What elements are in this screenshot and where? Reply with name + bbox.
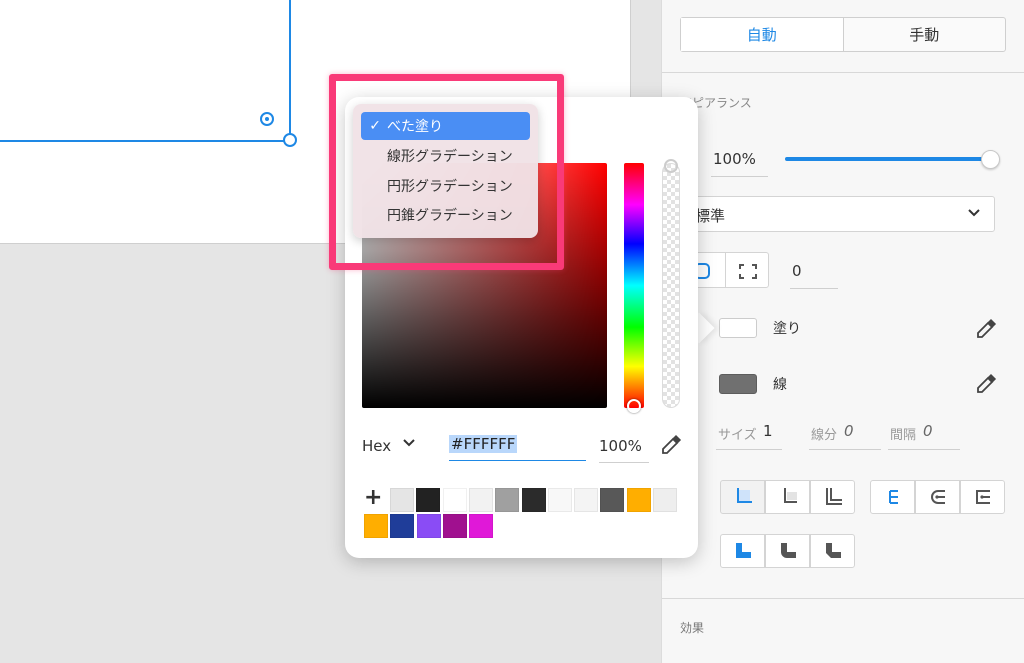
color-swatch[interactable]	[653, 488, 677, 512]
blend-mode-value: 標準	[695, 207, 726, 225]
picker-opacity-underline	[599, 462, 649, 463]
dash-label: 線分	[811, 428, 838, 443]
stroke-outside-button[interactable]	[810, 480, 855, 514]
cap-round-button[interactable]	[915, 480, 960, 514]
cap-square-button[interactable]	[960, 480, 1005, 514]
resize-handle[interactable]	[283, 133, 297, 147]
color-swatch[interactable]	[469, 514, 494, 538]
property-inspector: 自動 手動 アピアランス 100% 標準 0 塗り 線 サイズ 1 線分 0 間…	[661, 0, 1024, 663]
color-swatch[interactable]	[574, 488, 599, 512]
corners-icon	[739, 264, 757, 279]
join-miter-button[interactable]	[720, 534, 765, 568]
color-swatch[interactable]	[626, 488, 651, 512]
join-round-icon	[780, 543, 796, 558]
opacity-value[interactable]: 100%	[713, 150, 756, 168]
join-miter-icon	[735, 543, 751, 558]
cap-butt-icon	[888, 490, 898, 504]
color-swatch[interactable]	[364, 514, 388, 538]
join-round-button[interactable]	[765, 534, 810, 568]
color-swatch[interactable]	[390, 514, 415, 538]
cap-square-icon	[975, 490, 990, 504]
hex-input-value: #FFFFFF	[449, 435, 518, 453]
color-swatch[interactable]	[547, 488, 572, 512]
cap-butt-button[interactable]	[870, 480, 915, 514]
stroke-size-label: サイズ	[718, 428, 757, 443]
divider	[662, 72, 1024, 73]
gap-underline	[888, 449, 960, 450]
join-bevel-icon	[825, 543, 841, 558]
stroke-label: 線	[773, 377, 787, 393]
hex-input[interactable]: #FFFFFF	[449, 433, 586, 461]
chevron-down-icon[interactable]	[402, 438, 416, 448]
fill-label: 塗り	[773, 321, 801, 337]
corner-individual-button[interactable]	[725, 252, 769, 288]
color-swatch[interactable]	[521, 488, 546, 512]
hue-slider[interactable]	[624, 163, 644, 408]
opacity-slider-track[interactable]	[785, 157, 991, 161]
stroke-size-value[interactable]: 1	[763, 422, 773, 440]
effects-title: 効果	[680, 621, 705, 635]
eyedropper-icon[interactable]	[974, 317, 998, 341]
dash-underline	[809, 449, 881, 450]
opacity-slider-thumb[interactable]	[981, 150, 1000, 169]
color-swatch[interactable]	[495, 488, 520, 512]
corner-radius-handle[interactable]	[260, 112, 274, 126]
mode-auto-button[interactable]: 自動	[681, 18, 844, 51]
corner-radius-value[interactable]: 0	[792, 262, 802, 280]
gap-value[interactable]: 0	[923, 422, 933, 440]
stroke-inside-button[interactable]	[720, 480, 765, 514]
opacity-underline	[711, 176, 768, 177]
selection-edge-bottom	[0, 140, 290, 142]
stroke-swatch[interactable]	[719, 374, 757, 394]
alpha-slider-thumb[interactable]	[664, 159, 678, 173]
alpha-slider[interactable]	[662, 163, 680, 408]
stroke-center-icon	[783, 488, 797, 503]
picker-opacity-value[interactable]: 100%	[599, 437, 642, 455]
blend-mode-select[interactable]: 標準	[682, 196, 995, 232]
stroke-inside-icon	[736, 488, 752, 503]
hue-slider-thumb[interactable]	[627, 399, 641, 413]
stroke-outside-icon	[825, 488, 842, 505]
color-swatch[interactable]	[468, 488, 493, 512]
selection-edge-right	[289, 0, 291, 141]
eyedropper-icon[interactable]	[974, 372, 998, 396]
color-swatch[interactable]	[390, 488, 414, 512]
size-mode-toggle: 自動 手動	[680, 17, 1006, 52]
eyedropper-icon[interactable]	[659, 433, 683, 457]
divider	[662, 598, 1024, 599]
corner-underline	[790, 288, 838, 289]
dash-value[interactable]: 0	[844, 422, 854, 440]
color-swatch[interactable]	[600, 488, 625, 512]
color-swatch[interactable]	[416, 514, 441, 538]
color-swatch[interactable]	[442, 488, 467, 512]
fill-swatch[interactable]	[719, 318, 757, 338]
cap-round-icon	[930, 490, 945, 504]
mode-manual-button[interactable]: 手動	[844, 18, 1006, 51]
add-swatch-button[interactable]: +	[364, 485, 382, 510]
stroke-size-underline	[716, 449, 782, 450]
chevron-down-icon	[968, 209, 980, 217]
gap-label: 間隔	[890, 428, 917, 443]
color-format-label[interactable]: Hex	[362, 437, 391, 455]
join-bevel-button[interactable]	[810, 534, 855, 568]
annotation-highlight-box	[329, 74, 564, 270]
color-swatch[interactable]	[416, 488, 441, 512]
stroke-center-button[interactable]	[765, 480, 810, 514]
color-swatch[interactable]	[442, 514, 467, 538]
